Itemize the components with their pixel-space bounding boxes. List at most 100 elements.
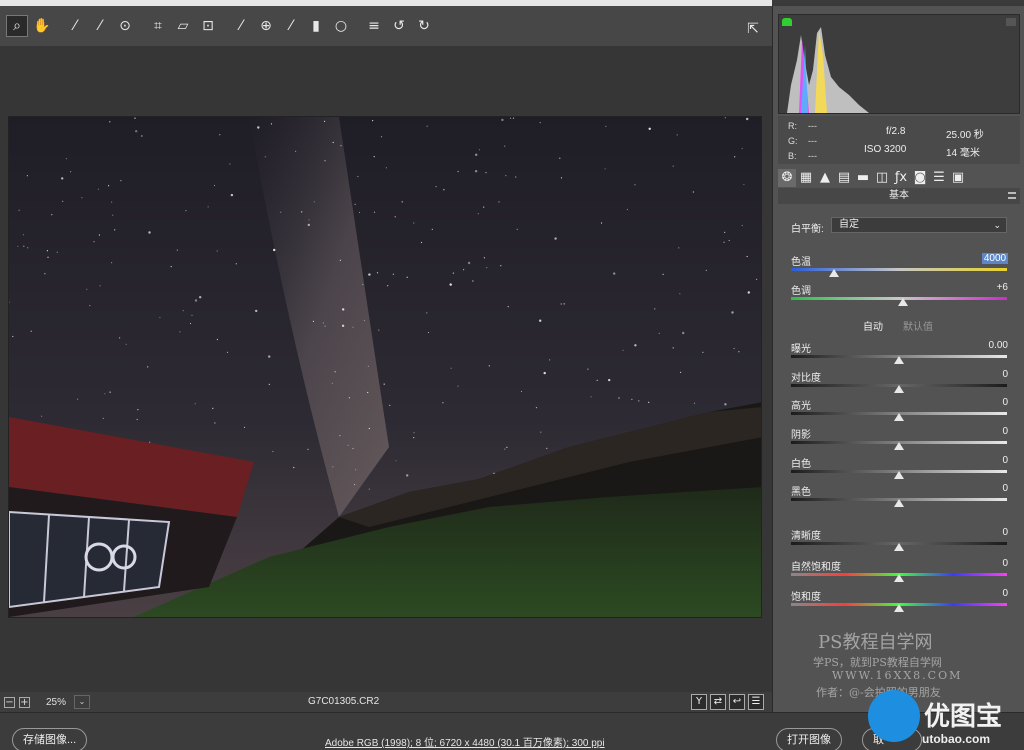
slider-thumb[interactable] [894,471,904,479]
zoom-out-button[interactable]: − [4,696,15,708]
crop-icon[interactable]: ⌗ [147,15,169,37]
r-label: R: [788,121,797,131]
white-balance-select[interactable]: 自定 ⌄ [831,217,1007,233]
exif-info: R: --- G: --- B: --- f/2.8 25.00 秒 ISO 3… [778,116,1020,164]
slider-thumb[interactable] [894,442,904,450]
slider-value-field[interactable]: 0 [948,369,1008,380]
logo-text: 优图宝 [924,701,1003,731]
section-header: 基本 [778,188,1020,204]
r-value: --- [808,121,817,131]
slider-thumb[interactable] [894,356,904,364]
slider-value-field[interactable]: 0 [948,397,1008,408]
zoom-icon[interactable]: ⌕ [6,15,28,37]
toggle-settings-icon[interactable]: ☰ [748,694,764,710]
slider-value-field[interactable]: 0 [948,588,1008,599]
slider-value-field[interactable]: 0.00 [948,340,1008,351]
open-image-button[interactable]: 打开图像 [776,728,842,750]
slider-thumb[interactable] [829,269,840,277]
copy-settings-icon[interactable]: ↩ [729,694,745,710]
milky-way-photo [9,117,761,617]
chevron-down-icon: ⌄ [993,220,1001,230]
slider-label: 曝光 [791,344,811,355]
camera-raw-window: ⌕ ✋ ⁄ ⁄ ⊙ ⌗ ▱ ⊡ ⁄ ⊕ ⁄ ▮ ○ ≡ ↺ ↻ ⇱ − + 25… [0,0,1024,750]
b-label: B: [788,151,797,161]
auto-button[interactable]: 自动 [863,318,883,333]
radial-filter-icon[interactable]: ○ [330,15,352,37]
tab-tone-curve-icon[interactable]: ▦ [797,169,815,187]
save-image-button[interactable]: 存储图像... [12,728,88,750]
hand-icon[interactable]: ✋ [31,15,53,37]
preferences-icon[interactable]: ≡ [363,15,385,37]
g-label: G: [788,136,798,146]
toolbar: ⌕ ✋ ⁄ ⁄ ⊙ ⌗ ▱ ⊡ ⁄ ⊕ ⁄ ▮ ○ ≡ ↺ ↻ ⇱ [0,0,772,46]
slider-track[interactable] [791,268,1007,271]
white-balance-icon[interactable]: ⁄ [64,15,86,37]
slider-value-field[interactable]: 4000 [982,253,1008,264]
canvas-status-bar: − + 25% ⌄ G7C01305.CR2 Y ⇄ ↩ ☰ [0,692,772,712]
slider-label: 阴影 [791,430,811,441]
spot-removal-icon[interactable]: ⁄ [230,15,252,37]
tab-basic-icon[interactable]: ❂ [778,169,796,187]
watermark-title: PS教程自学网 [818,632,933,653]
graduated-filter-icon[interactable]: ▮ [305,15,327,37]
watermark-line1: 学PS，就到PS教程自学网 [813,656,942,669]
straighten-icon[interactable]: ▱ [172,15,194,37]
tab-presets-icon[interactable]: ☰ [930,169,948,187]
slider-label: 色温 [791,257,811,268]
workflow-options-link[interactable]: Adobe RGB (1998); 8 位; 6720 x 4480 (30.1… [325,734,605,749]
rotate-cw-icon[interactable]: ↻ [413,15,435,37]
shutter-speed: 25.00 秒 [946,130,984,141]
slider-thumb[interactable] [894,385,904,393]
white-balance-value: 自定 [839,219,859,230]
logo-url: utobao.com [922,732,990,746]
red-eye-icon[interactable]: ⊕ [255,15,277,37]
swap-settings-icon[interactable]: ⇄ [710,694,726,710]
tab-detail-icon[interactable]: ▲ [816,169,834,187]
section-title: 基本 [889,190,909,201]
slider-value-field[interactable]: 0 [948,455,1008,466]
tab-snapshots-icon[interactable]: ▣ [949,169,967,187]
slider-thumb[interactable] [898,298,909,306]
transform-icon[interactable]: ⊡ [197,15,219,37]
slider-thumb[interactable] [894,413,904,421]
fullscreen-icon[interactable]: ⇱ [742,18,764,40]
default-button[interactable]: 默认值 [903,318,933,333]
slider-label: 高光 [791,401,811,412]
rotate-ccw-icon[interactable]: ↺ [388,15,410,37]
panel-menu-icon[interactable] [1008,192,1016,199]
tab-camera-calibration-icon[interactable]: ◙ [911,169,929,187]
histogram-graph [787,27,869,113]
zoom-level: 25% [46,696,67,708]
slider-label: 清晰度 [791,531,821,542]
slider-label: 白色 [791,459,811,470]
slider-value-field[interactable]: 0 [948,527,1008,538]
before-after-icon[interactable]: Y [691,694,707,710]
tab-lens-icon[interactable]: ◫ [873,169,891,187]
slider-thumb[interactable] [894,604,904,612]
slider-thumb[interactable] [894,574,904,582]
zoom-dropdown[interactable]: ⌄ [74,695,91,709]
slider-label: 对比度 [791,373,821,384]
slider-label: 黑色 [791,487,811,498]
zoom-in-button[interactable]: + [19,696,30,708]
photo-preview[interactable] [8,116,762,618]
bird-logo-icon [868,690,920,742]
tab-split-toning-icon[interactable]: ▬ [854,169,872,187]
highlight-clipping-icon[interactable] [1006,18,1016,26]
slider-value-field[interactable]: 0 [948,483,1008,494]
slider-value-field[interactable]: 0 [948,558,1008,569]
adjustment-brush-icon[interactable]: ⁄ [280,15,302,37]
target-adjust-icon[interactable]: ⊙ [114,15,136,37]
slider-value-field[interactable]: 0 [948,426,1008,437]
slider-value-field[interactable]: +6 [948,282,1008,293]
slider-thumb[interactable] [894,543,904,551]
file-name: G7C01305.CR2 [308,696,380,707]
shadow-clipping-icon[interactable] [782,18,792,26]
watermark-line2: WWW.16XX8.COM [832,669,963,682]
tab-effects-icon[interactable]: ƒx [892,169,910,187]
focal-length: 14 毫米 [946,148,980,159]
slider-thumb[interactable] [894,499,904,507]
aperture: f/2.8 [886,126,906,137]
tab-hsl-icon[interactable]: ▤ [835,169,853,187]
color-sampler-icon[interactable]: ⁄ [89,15,111,37]
